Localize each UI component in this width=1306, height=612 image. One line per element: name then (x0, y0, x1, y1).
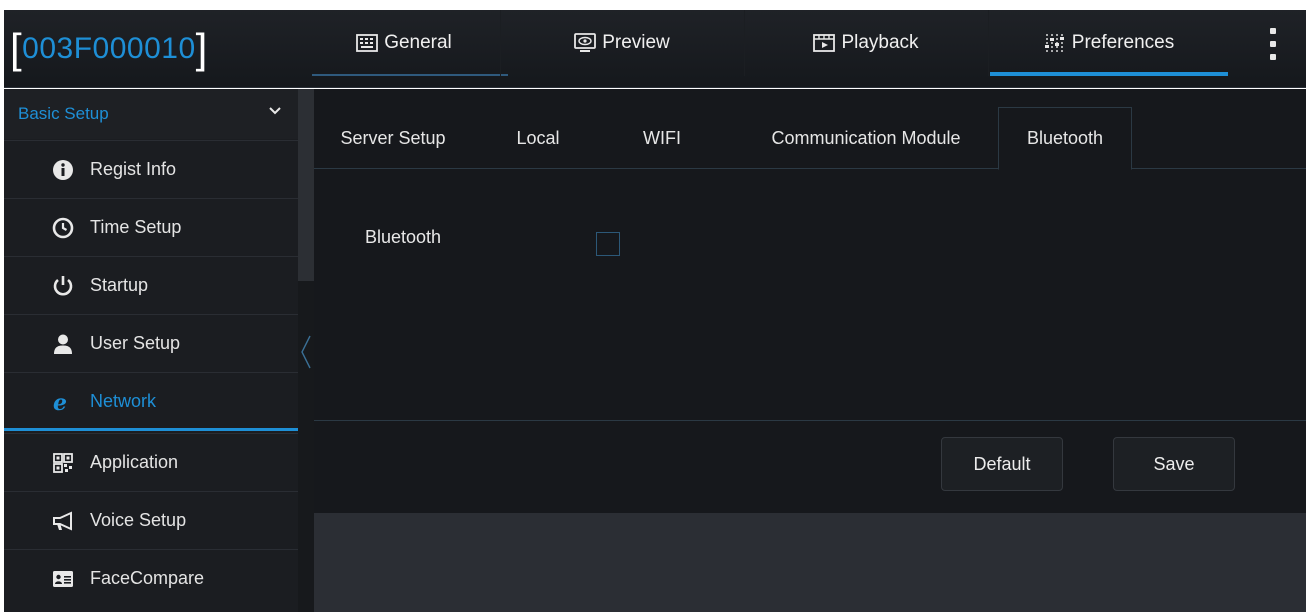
sidebar-item-label: Network (90, 390, 157, 411)
tab-underline-active (990, 72, 1228, 76)
nav-tab-playback[interactable]: Playback (744, 10, 988, 76)
bracket-right: ] (195, 25, 208, 72)
tab-label: Bluetooth (1026, 128, 1104, 148)
svg-text:e: e (53, 391, 67, 413)
info-circle-icon (53, 160, 73, 180)
nav-tab-general[interactable]: General (304, 10, 508, 76)
settings-panel: Server Setup Local WIFI Communication Mo… (314, 89, 1306, 513)
sliders-icon (1044, 34, 1064, 52)
tab-label: WIFI (643, 127, 681, 148)
kebab-dot (1270, 54, 1276, 60)
kebab-dot (1270, 28, 1276, 34)
sidebar-item-regist-info[interactable]: Regist Info (4, 140, 298, 197)
nav-tab-preferences[interactable]: Preferences (984, 10, 1234, 76)
nav-tab-preview[interactable]: Preview (500, 10, 744, 76)
action-bar: Default Save (314, 420, 1306, 513)
tab-wifi[interactable]: WIFI (614, 107, 710, 169)
id-card-icon (53, 571, 73, 587)
tab-underline (312, 74, 508, 76)
sidebar-item-label: Application (90, 451, 179, 472)
sidebar-item-label: FaceCompare (90, 567, 205, 588)
tab-label: Communication Module (771, 127, 961, 148)
sidebar-item-facecompare[interactable]: FaceCompare (4, 549, 298, 606)
sidebar-item-label: Voice Setup (90, 509, 187, 530)
sidebar-item-label: User Setup (90, 332, 181, 353)
sidebar-item-startup[interactable]: Startup (4, 256, 298, 313)
sidebar-item-voice-setup[interactable]: Voice Setup (4, 491, 298, 548)
sidebar-scrollbar-thumb[interactable] (298, 89, 314, 281)
top-nav-bar: [ 003F000010 ] General Preview Playback … (4, 10, 1306, 88)
playback-film-icon (813, 34, 836, 52)
megaphone-icon (53, 511, 72, 531)
nav-tab-label: Preview (602, 32, 670, 53)
default-button[interactable]: Default (941, 437, 1063, 491)
save-button[interactable]: Save (1113, 437, 1235, 491)
network-e-icon: e (53, 391, 67, 413)
bluetooth-label: Bluetooth (365, 227, 442, 247)
sidebar: Basic Setup Regist Info Time Setup Start… (4, 89, 298, 612)
chevron-down-icon (269, 107, 281, 115)
keyboard-icon (356, 34, 379, 52)
sidebar-item-network[interactable]: e Network (4, 372, 298, 431)
device-id-display: [ 003F000010 ] (10, 18, 298, 80)
power-icon (53, 276, 73, 296)
device-id-text: 003F000010 (22, 32, 196, 65)
button-label: Default (973, 453, 1031, 474)
sidebar-item-label: Startup (90, 274, 149, 295)
button-label: Save (1153, 453, 1195, 474)
tab-label: Server Setup (340, 127, 446, 148)
sub-tab-bar: Server Setup Local WIFI Communication Mo… (314, 107, 1306, 170)
tab-bluetooth[interactable]: Bluetooth (998, 107, 1132, 170)
bracket-left: [ (10, 25, 23, 72)
sidebar-item-time-setup[interactable]: Time Setup (4, 198, 298, 255)
preview-eye-icon (574, 33, 597, 52)
sidebar-section-title: Basic Setup (18, 104, 109, 123)
clock-icon (52, 217, 74, 239)
sidebar-item-application[interactable]: Application (4, 433, 298, 490)
sidebar-item-user-setup[interactable]: User Setup (4, 314, 298, 371)
tab-communication-module[interactable]: Communication Module (746, 107, 986, 169)
sidebar-item-label: Regist Info (90, 158, 177, 179)
tab-local[interactable]: Local (490, 107, 586, 169)
sidebar-item-label: Time Setup (90, 216, 182, 237)
more-vertical-icon[interactable] (1270, 28, 1278, 60)
tab-server-setup[interactable]: Server Setup (320, 107, 466, 169)
user-icon (54, 334, 72, 354)
tab-label: Local (516, 127, 560, 148)
nav-tab-label: Preferences (1071, 32, 1175, 53)
chevron-left-icon[interactable] (298, 332, 314, 372)
kebab-dot (1270, 41, 1276, 47)
sidebar-section-basic-setup[interactable]: Basic Setup (4, 89, 298, 139)
main-content: Server Setup Local WIFI Communication Mo… (314, 89, 1306, 612)
bluetooth-checkbox[interactable] (596, 232, 620, 256)
nav-tab-label: General (384, 32, 452, 53)
nav-tab-label: Playback (841, 32, 919, 53)
qr-code-icon (53, 453, 73, 473)
app-frame: [ 003F000010 ] General Preview Playback … (0, 0, 1306, 612)
